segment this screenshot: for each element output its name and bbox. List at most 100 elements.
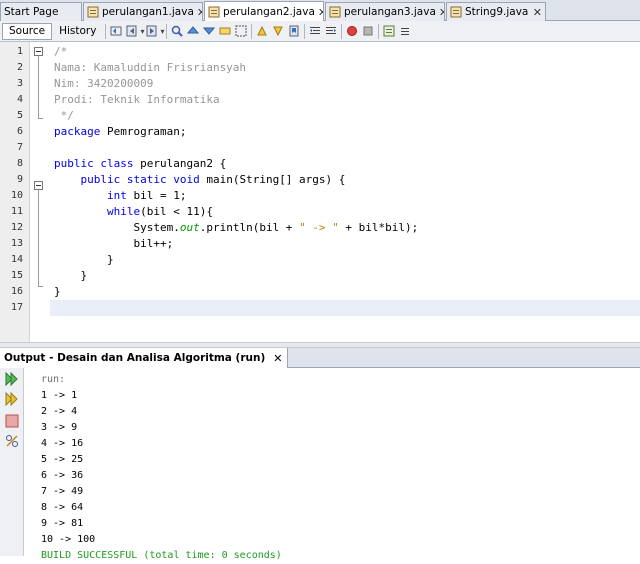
find-icon[interactable] xyxy=(171,25,184,37)
close-icon[interactable]: ✕ xyxy=(315,6,323,19)
toolbar-separator xyxy=(105,23,107,39)
fold-guide xyxy=(38,118,43,119)
output-console[interactable]: run: 1 -> 1 2 -> 4 3 -> 9 4 -> 16 5 -> 25 6 ->… xyxy=(24,368,640,561)
code-line[interactable]: } xyxy=(54,252,114,268)
fold-guide xyxy=(38,286,43,287)
code-token: main(String[] args) { xyxy=(199,173,346,186)
output-line: run: xyxy=(41,374,66,385)
code-line[interactable]: */ xyxy=(54,108,74,124)
code-line[interactable]: bil++; xyxy=(54,236,173,252)
line-number: 13 xyxy=(10,238,23,249)
line-number: 4 xyxy=(16,94,23,105)
stop-macro-recording-icon[interactable] xyxy=(362,25,374,37)
java-file-icon xyxy=(450,6,462,18)
output-line: 2 -> 4 xyxy=(41,406,78,417)
rerun-with-options-icon[interactable] xyxy=(5,391,19,407)
close-icon[interactable]: ✕ xyxy=(530,6,542,19)
rerun-icon[interactable] xyxy=(5,371,19,387)
history-button[interactable]: History xyxy=(52,23,103,40)
code-token: } xyxy=(54,285,61,298)
output-line: 6 -> 36 xyxy=(41,470,84,481)
code-token: + bil*bil); xyxy=(338,221,419,234)
code-token: out xyxy=(179,221,200,234)
code-line[interactable]: Nama: Kamaluddin Frisriansyah xyxy=(54,60,246,76)
chevron-down-icon[interactable]: ▾ xyxy=(160,27,164,36)
toggle-bookmark-icon[interactable] xyxy=(288,25,300,37)
collapse-icon[interactable] xyxy=(34,181,43,190)
collapse-icon[interactable] xyxy=(34,47,43,56)
last-edit-icon[interactable] xyxy=(110,25,122,37)
output-settings-icon[interactable] xyxy=(5,434,19,448)
close-icon[interactable]: ✕ xyxy=(436,6,444,19)
tab-perulangan1-java[interactable]: perulangan1.java ✕ xyxy=(83,2,203,21)
line-number: 16 xyxy=(10,286,23,297)
tab-perulangan3-java[interactable]: perulangan3.java ✕ xyxy=(325,2,445,21)
source-button[interactable]: Source xyxy=(2,22,53,40)
forward-icon[interactable] xyxy=(146,25,158,37)
tab-label: perulangan2.java xyxy=(223,6,315,18)
code-area[interactable]: /* Nama: Kamaluddin Frisriansyah Nim: 3420… xyxy=(50,42,640,342)
uncomment-icon[interactable] xyxy=(399,25,411,37)
code-line[interactable]: Prodi: Teknik Informatika xyxy=(54,92,220,108)
code-line[interactable]: /* xyxy=(54,44,67,60)
code-line[interactable]: public static void main(String[] args) { xyxy=(54,172,346,188)
stop-icon[interactable] xyxy=(5,414,19,428)
line-number: 1 xyxy=(16,46,23,57)
comment-icon[interactable] xyxy=(383,25,395,37)
chevron-down-icon[interactable]: ▾ xyxy=(140,27,144,36)
code-line[interactable]: } xyxy=(54,268,87,284)
toggle-highlight-icon[interactable] xyxy=(219,25,231,37)
find-next-icon[interactable] xyxy=(203,25,216,37)
find-previous-icon[interactable] xyxy=(187,25,200,37)
line-number: 11 xyxy=(10,206,23,217)
code-line[interactable]: Nim: 3420200009 xyxy=(54,76,153,92)
output-line: BUILD SUCCESSFUL (total time: 0 seconds) xyxy=(41,550,282,561)
code-token: package xyxy=(54,125,101,138)
rectangular-selection-icon[interactable] xyxy=(235,25,247,37)
line-number: 2 xyxy=(16,62,23,73)
code-token: bil = 1; xyxy=(126,189,187,202)
fold-guide xyxy=(38,190,39,286)
code-token: Prodi: Teknik Informatika xyxy=(54,93,220,106)
code-line[interactable]: package Pemrograman; xyxy=(54,124,186,140)
editor-toolbar: Source History ▾ ▾ xyxy=(0,21,640,42)
code-token: Nim: 3420200009 xyxy=(54,77,154,90)
code-token: Nama: Kamaluddin Frisriansyah xyxy=(54,61,247,74)
line-number: 10 xyxy=(10,190,23,201)
back-icon[interactable] xyxy=(126,25,138,37)
toolbar-separator xyxy=(304,23,306,39)
next-bookmark-icon[interactable] xyxy=(272,25,284,37)
code-line[interactable]: public class perulangan2 { xyxy=(54,156,226,172)
code-line[interactable]: while(bil < 11){ xyxy=(54,204,213,220)
code-line[interactable]: int bil = 1; xyxy=(54,188,186,204)
line-number: 5 xyxy=(16,110,23,121)
code-token: (bil < 11){ xyxy=(140,205,213,218)
shift-left-icon[interactable] xyxy=(309,25,321,37)
line-number-gutter: 1 2 3 4 5 6 7 8 9 10 11 12 13 14 15 16 17 xyxy=(0,42,30,342)
close-icon[interactable]: ✕ xyxy=(194,6,202,19)
tab-string9-java[interactable]: String9.java ✕ xyxy=(446,2,546,21)
toolbar-separator xyxy=(251,23,253,39)
start-macro-recording-icon[interactable] xyxy=(346,25,358,37)
tab-start-page[interactable]: Start Page xyxy=(0,2,82,21)
tab-label: String9.java xyxy=(465,6,529,18)
output-line: 7 -> 49 xyxy=(41,486,84,497)
toolbar-separator xyxy=(166,23,168,39)
line-number: 15 xyxy=(10,270,23,281)
tab-label: perulangan3.java xyxy=(344,6,436,18)
output-line: 3 -> 9 xyxy=(41,422,78,433)
code-editor[interactable]: 1 2 3 4 5 6 7 8 9 10 11 12 13 14 15 16 17 /* Nama: Kamalu… xyxy=(0,42,640,342)
code-line[interactable]: System.out.println(bil + " -> " + bil*bi… xyxy=(54,220,418,236)
code-line[interactable]: } xyxy=(54,284,61,300)
tab-output[interactable]: Output - Desain dan Analisa Algoritma (r… xyxy=(0,348,288,368)
output-line: 1 -> 1 xyxy=(41,390,78,401)
line-number: 8 xyxy=(16,158,23,169)
tab-perulangan2-java[interactable]: perulangan2.java ✕ xyxy=(204,1,324,22)
close-icon[interactable]: ✕ xyxy=(273,352,282,365)
shift-right-icon[interactable] xyxy=(325,25,337,37)
code-token: while xyxy=(106,205,141,218)
previous-bookmark-icon[interactable] xyxy=(256,25,268,37)
